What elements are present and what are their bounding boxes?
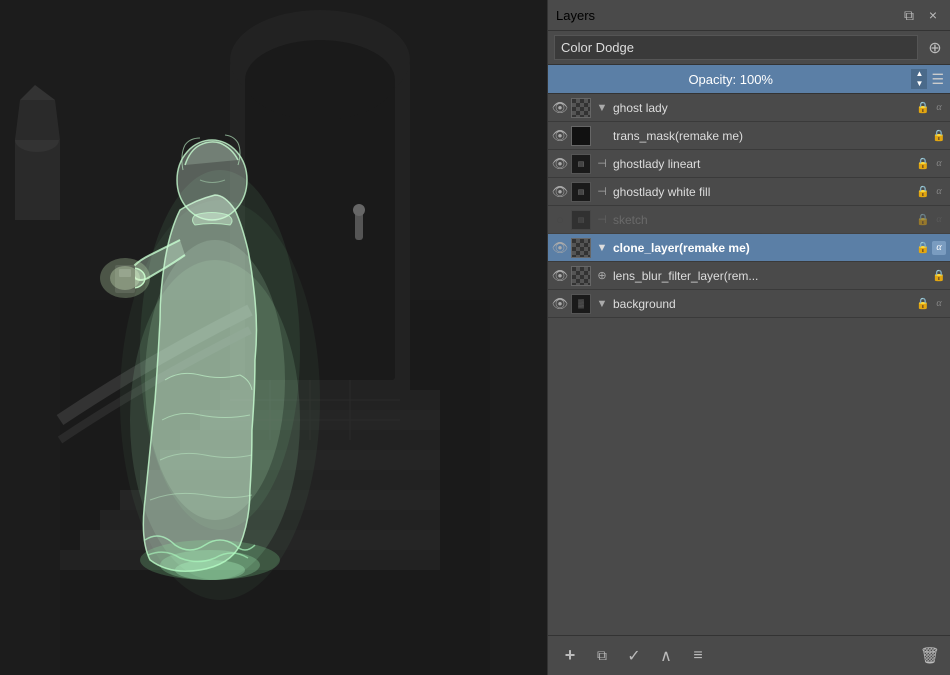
expand-icon[interactable]: ⧉ (900, 6, 918, 24)
layer-name: sketch (613, 213, 913, 227)
layer-visibility-icon[interactable]: 👁 (552, 268, 568, 284)
layer-group-icon: ▼ (594, 240, 610, 256)
layer-right-icons: 🔒 (932, 129, 946, 143)
layer-row[interactable]: 👁 ▤ ⊣ ghostlady white fill 🔒 α (548, 178, 950, 206)
layer-row[interactable]: 👁 ▤ ⊣ ghostlady lineart 🔒 α (548, 150, 950, 178)
layer-row[interactable]: 👁 ▼ clone_layer(remake me) 🔒 α (548, 234, 950, 262)
layer-right-icons: 🔒 α (916, 185, 946, 199)
bottom-toolbar: + ⧉ ✓ ∧ ≡ 🗑 (548, 635, 950, 675)
layer-name: clone_layer(remake me) (613, 241, 913, 255)
blend-mode-select[interactable]: Color Dodge Normal Multiply Screen Overl… (554, 35, 918, 60)
layer-linked-icon: ⊣ (594, 184, 610, 200)
layer-lock-icon[interactable]: 🔒 (916, 297, 930, 311)
layer-alpha-icon[interactable]: α (932, 241, 946, 255)
layer-visibility-icon[interactable]: 👁 (552, 156, 568, 172)
opacity-row: Opacity: 100% ▲ ▼ ☰ (548, 65, 950, 94)
layer-row[interactable]: 👁 ⊕ lens_blur_filter_layer(rem... 🔒 (548, 262, 950, 290)
layer-thumbnail: ▓ (571, 294, 591, 314)
menu-button[interactable]: ≡ (686, 644, 710, 668)
panel-header-icons: ⧉ × (900, 6, 942, 24)
layer-row[interactable]: 👁 trans_mask(remake me) 🔒 (548, 122, 950, 150)
blend-mode-row: Color Dodge Normal Multiply Screen Overl… (548, 31, 950, 65)
layer-visibility-icon[interactable]: 👁 (552, 296, 568, 312)
layer-lock-icon[interactable]: 🔒 (916, 101, 930, 115)
delete-layer-button[interactable]: 🗑 (920, 646, 940, 666)
layer-lock-icon[interactable]: 🔒 (916, 213, 930, 227)
layer-filter-icon: ⊕ (594, 268, 610, 284)
layer-lock-icon[interactable]: 🔒 (916, 185, 930, 199)
layer-name: ghostlady white fill (613, 185, 913, 199)
bottom-left-icons: + ⧉ ✓ ∧ ≡ (558, 644, 710, 668)
canvas-image (0, 0, 547, 675)
layer-right-icons: 🔒 (932, 269, 946, 283)
layer-group-icon: ▼ (594, 296, 610, 312)
layer-type-icon (594, 128, 610, 144)
layer-row[interactable]: 👁 ▼ ghost lady 🔒 α (548, 94, 950, 122)
layer-right-icons: 🔒 α (916, 241, 946, 255)
blend-mode-wrapper: Color Dodge Normal Multiply Screen Overl… (554, 35, 918, 60)
layer-thumbnail: ▤ (571, 182, 591, 202)
layer-alpha-icon[interactable]: α (932, 213, 946, 227)
opacity-label: Opacity: 100% (554, 72, 907, 87)
layer-lock-icon[interactable]: 🔒 (932, 129, 946, 143)
layer-name: trans_mask(remake me) (613, 129, 929, 143)
move-up-button[interactable]: ∧ (654, 644, 678, 668)
opacity-down-button[interactable]: ▼ (911, 79, 927, 89)
layer-alpha-icon[interactable]: α (932, 157, 946, 171)
layer-lock-icon[interactable]: 🔒 (932, 269, 946, 283)
close-icon[interactable]: × (924, 6, 942, 24)
layer-right-icons: 🔒 α (916, 297, 946, 311)
layer-thumbnail (571, 238, 591, 258)
layers-panel: Layers ⧉ × Color Dodge Normal Multiply S… (547, 0, 950, 675)
layer-right-icons: 🔒 α (916, 213, 946, 227)
layer-visibility-icon[interactable]: 👁 (552, 128, 568, 144)
opacity-stepper: ▲ ▼ (911, 69, 927, 89)
layer-thumbnail (571, 126, 591, 146)
layer-name: ghostlady lineart (613, 157, 913, 171)
layer-name: background (613, 297, 913, 311)
layer-right-icons: 🔒 α (916, 157, 946, 171)
layer-visibility-icon[interactable]: 👁 (552, 240, 568, 256)
layer-lock-icon[interactable]: 🔒 (916, 241, 930, 255)
layer-alpha-icon[interactable]: α (932, 185, 946, 199)
check-button[interactable]: ✓ (622, 644, 646, 668)
opacity-up-button[interactable]: ▲ (911, 69, 927, 79)
layer-name: ghost lady (613, 101, 913, 115)
layer-thumbnail: ▤ (571, 210, 591, 230)
layer-alpha-icon[interactable]: α (932, 101, 946, 115)
panel-header: Layers ⧉ × (548, 0, 950, 31)
opacity-menu-icon[interactable]: ☰ (931, 71, 944, 88)
layer-row[interactable]: ○ ▤ ⊣ sketch 🔒 α (548, 206, 950, 234)
layer-visibility-icon[interactable]: ○ (552, 212, 568, 228)
add-layer-button[interactable]: + (558, 644, 582, 668)
canvas-area (0, 0, 547, 675)
layer-name: lens_blur_filter_layer(rem... (613, 269, 929, 283)
layer-group-icon: ▼ (594, 100, 610, 116)
layer-right-icons: 🔒 α (916, 101, 946, 115)
filter-icon[interactable]: ⊕ (926, 39, 944, 57)
layer-linked-icon: ⊣ (594, 212, 610, 228)
layer-thumbnail (571, 266, 591, 286)
panel-title: Layers (556, 8, 595, 23)
layer-alpha-icon[interactable]: α (932, 297, 946, 311)
layer-row[interactable]: 👁 ▓ ▼ background 🔒 α (548, 290, 950, 318)
layer-linked-icon: ⊣ (594, 156, 610, 172)
copy-layer-button[interactable]: ⧉ (590, 644, 614, 668)
layer-lock-icon[interactable]: 🔒 (916, 157, 930, 171)
layer-thumbnail: ▤ (571, 154, 591, 174)
layer-visibility-icon[interactable]: 👁 (552, 184, 568, 200)
layer-thumbnail (571, 98, 591, 118)
layer-list: 👁 ▼ ghost lady 🔒 α 👁 trans_mask(remake m… (548, 94, 950, 635)
layer-visibility-icon[interactable]: 👁 (552, 100, 568, 116)
